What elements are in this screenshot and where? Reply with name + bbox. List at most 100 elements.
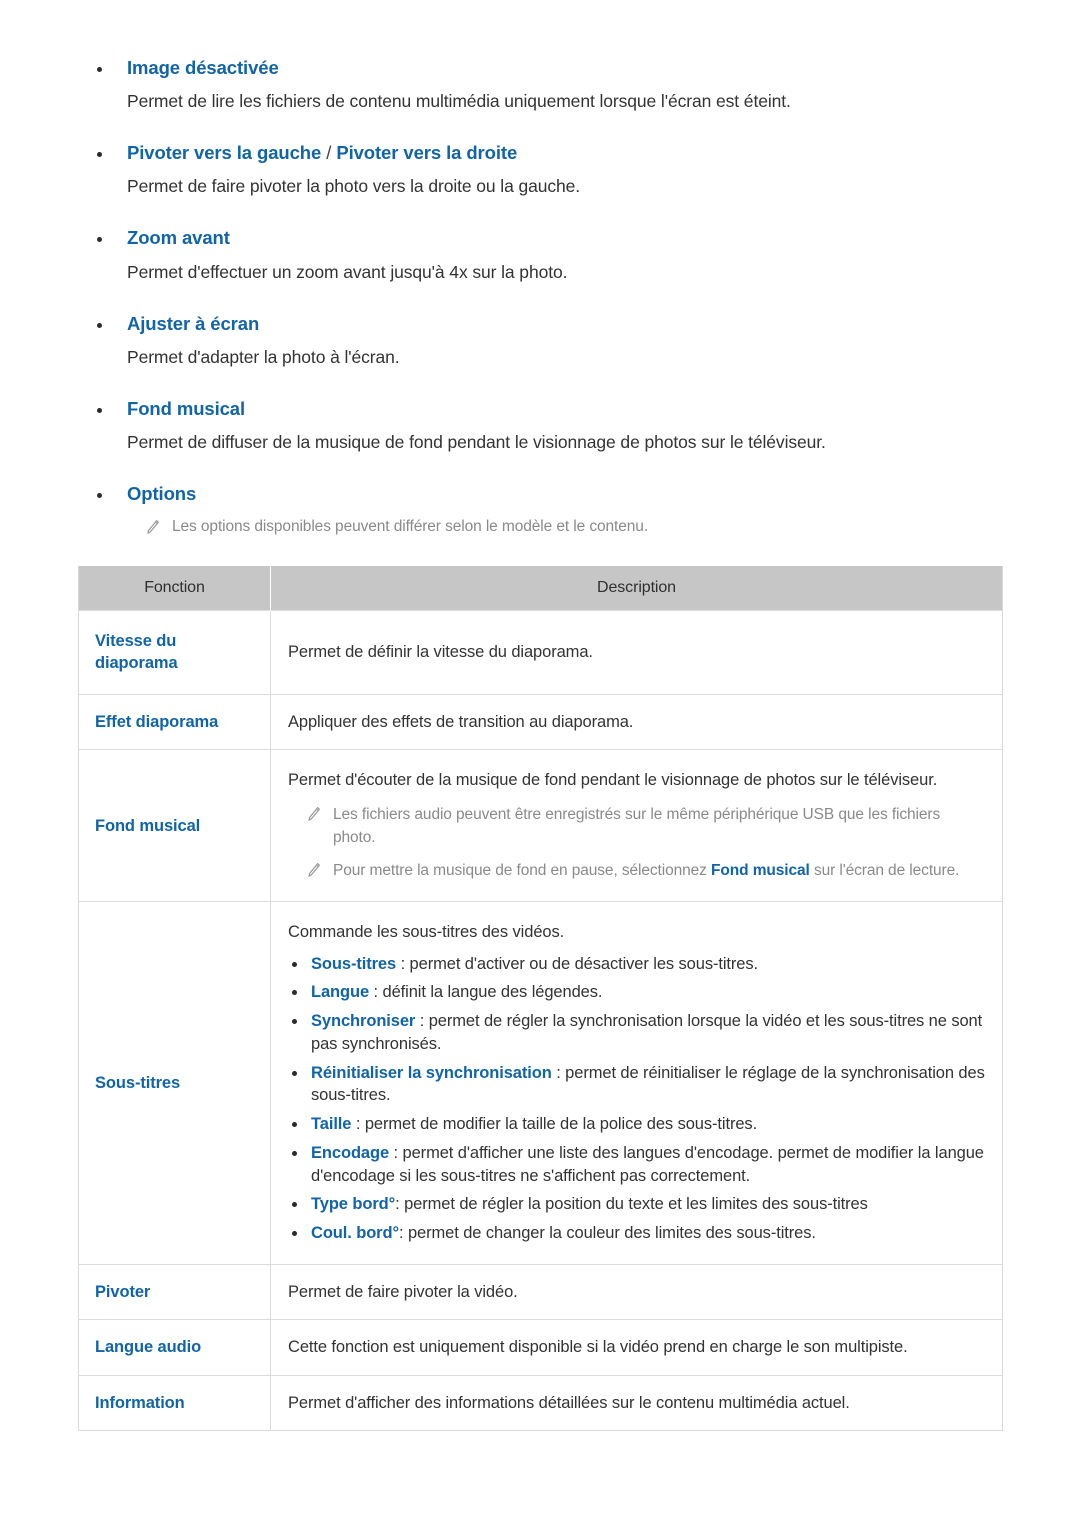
row-function-langue-audio: Langue audio bbox=[78, 1319, 271, 1375]
row-description: Commande les sous-titres des vidéos. Sou… bbox=[270, 901, 1003, 1265]
description-text: Appliquer des effets de transition au di… bbox=[288, 712, 634, 731]
sub-option-text: : permet d'afficher une liste des langue… bbox=[311, 1143, 984, 1185]
row-description: Permet de définir la vitesse du diaporam… bbox=[270, 610, 1003, 695]
bullet-dot-icon bbox=[292, 1122, 297, 1128]
pencil-icon bbox=[306, 806, 321, 829]
row-function-information: Information bbox=[78, 1374, 271, 1431]
function-label-line2: diaporama bbox=[95, 654, 178, 673]
table-row: Vitesse du diaporama Permet de définir l… bbox=[78, 610, 1003, 695]
bullet-dot-icon bbox=[292, 990, 297, 996]
feature-item-zoom-avant: Zoom avant Permet d'effectuer un zoom av… bbox=[78, 226, 1002, 283]
row-note-text: Pour mettre la musique de fond en pause,… bbox=[333, 862, 959, 879]
note-highlight-term: Fond musical bbox=[711, 862, 810, 880]
sub-option-text: : permet de modifier la taille de la pol… bbox=[351, 1115, 758, 1134]
sub-option-term: Sous-titres bbox=[311, 954, 397, 973]
feature-title: Image désactivée bbox=[127, 57, 279, 78]
row-note: Les fichiers audio peuvent être enregist… bbox=[288, 803, 985, 849]
pencil-icon bbox=[306, 862, 321, 885]
sub-option-term: Type bord° bbox=[311, 1195, 396, 1214]
feature-description: Permet d'effectuer un zoom avant jusqu'à… bbox=[127, 261, 568, 282]
row-function-pivoter: Pivoter bbox=[78, 1263, 271, 1320]
row-description: Permet de faire pivoter la vidéo. bbox=[270, 1263, 1003, 1320]
pencil-icon bbox=[145, 519, 160, 541]
bullet-dot-icon bbox=[97, 493, 102, 499]
list-item: Sous-titres : permet d'activer ou de dés… bbox=[288, 953, 985, 976]
table-row: Langue audio Cette fonction est uniqueme… bbox=[78, 1319, 1003, 1375]
row-description: Permet d'écouter de la musique de fond p… bbox=[270, 749, 1003, 902]
feature-item-pivoter: Pivoter vers la gauche / Pivoter vers la… bbox=[78, 141, 1002, 198]
feature-item-image-desactivee: Image désactivée Permet de lire les fich… bbox=[78, 56, 1002, 113]
document-page: Image désactivée Permet de lire les fich… bbox=[0, 0, 1080, 1527]
row-note: Pour mettre la musique de fond en pause,… bbox=[288, 859, 985, 882]
table-row: Pivoter Permet de faire pivoter la vidéo… bbox=[78, 1263, 1003, 1320]
row-description: Permet d'afficher des informations détai… bbox=[270, 1374, 1003, 1431]
list-item: Coul. bord°: permet de changer la couleu… bbox=[288, 1222, 985, 1245]
feature-title-left: Pivoter vers la gauche bbox=[127, 142, 322, 164]
bullet-dot-icon bbox=[292, 961, 297, 967]
options-note: Les options disponibles peuvent différer… bbox=[127, 516, 1002, 538]
feature-title: Fond musical bbox=[127, 397, 246, 419]
options-table: Fonction Description Vitesse du diaporam… bbox=[78, 566, 1003, 1431]
sub-option-text: : permet de régler la position du texte … bbox=[395, 1195, 868, 1214]
table-row: Information Permet d'afficher des inform… bbox=[78, 1374, 1003, 1431]
feature-description: Permet de diffuser de la musique de fond… bbox=[127, 432, 826, 452]
feature-title: Ajuster à écran bbox=[127, 312, 260, 334]
sub-option-term: Encodage bbox=[311, 1143, 390, 1162]
column-header-fonction: Fonction bbox=[78, 566, 271, 611]
sub-option-term: Coul. bord° bbox=[311, 1224, 399, 1243]
sub-option-term: Taille bbox=[311, 1115, 352, 1134]
row-description: Cette fonction est uniquement disponible… bbox=[270, 1319, 1003, 1375]
sub-option-term: Synchroniser bbox=[311, 1012, 416, 1031]
row-function-sous-titres: Sous-titres bbox=[78, 901, 271, 1265]
table-header-row: Fonction Description bbox=[78, 566, 1003, 611]
bullet-dot-icon bbox=[97, 152, 102, 158]
feature-title: Pivoter vers la gauche / Pivoter vers la… bbox=[127, 141, 1002, 164]
bullet-dot-icon bbox=[97, 322, 102, 328]
bullet-dot-icon bbox=[292, 1070, 297, 1076]
feature-item-fond-musical: Fond musical Permet de diffuser de la mu… bbox=[78, 397, 1002, 454]
sub-option-term: Réinitialiser la synchronisation bbox=[311, 1063, 552, 1082]
bullet-dot-icon bbox=[292, 1150, 297, 1156]
list-item: Synchroniser : permet de régler la synch… bbox=[288, 1010, 985, 1056]
description-text: Permet d'afficher des informations détai… bbox=[288, 1393, 850, 1412]
feature-description: Permet d'adapter la photo à l'écran. bbox=[127, 346, 400, 367]
feature-title: Zoom avant bbox=[127, 227, 230, 249]
list-item: Langue : définit la langue des légendes. bbox=[288, 981, 985, 1004]
feature-title-separator: / bbox=[321, 142, 337, 164]
feature-item-options: Options Les options disponibles peuvent … bbox=[78, 482, 1002, 538]
description-text: Permet d'écouter de la musique de fond p… bbox=[288, 771, 938, 790]
row-note-text: Les fichiers audio peuvent être enregist… bbox=[333, 806, 941, 847]
bullet-dot-icon bbox=[292, 1231, 297, 1237]
feature-title: Options bbox=[127, 483, 197, 505]
note-text-post: sur l'écran de lecture. bbox=[809, 862, 960, 880]
feature-list: Image désactivée Permet de lire les fich… bbox=[78, 56, 1002, 538]
feature-item-ajuster-a-ecran: Ajuster à écran Permet d'adapter la phot… bbox=[78, 312, 1002, 369]
bullet-dot-icon bbox=[97, 67, 102, 72]
sub-option-list: Sous-titres : permet d'activer ou de dés… bbox=[288, 953, 985, 1245]
feature-description: Permet de faire pivoter la photo vers la… bbox=[127, 176, 581, 197]
description-text: Commande les sous-titres des vidéos. bbox=[288, 923, 565, 942]
row-function-fond-musical: Fond musical bbox=[78, 749, 271, 902]
sub-option-text: : permet de changer la couleur des limit… bbox=[398, 1224, 816, 1243]
list-item: Type bord°: permet de régler la position… bbox=[288, 1193, 985, 1216]
row-function-effet-diaporama: Effet diaporama bbox=[78, 693, 271, 750]
table-row: Sous-titres Commande les sous-titres des… bbox=[78, 901, 1003, 1265]
sub-option-text: : définit la langue des légendes. bbox=[369, 983, 603, 1002]
bullet-dot-icon bbox=[97, 237, 102, 243]
list-item: Encodage : permet d'afficher une liste d… bbox=[288, 1142, 985, 1188]
table-row: Fond musical Permet d'écouter de la musi… bbox=[78, 749, 1003, 902]
row-function-vitesse-du-diaporama: Vitesse du diaporama bbox=[78, 610, 271, 695]
feature-title-right: Pivoter vers la droite bbox=[336, 142, 518, 164]
note-text-pre: Pour mettre la musique de fond en pause,… bbox=[333, 862, 712, 880]
options-note-text: Les options disponibles peuvent différer… bbox=[172, 518, 649, 536]
bullet-dot-icon bbox=[292, 1019, 297, 1025]
bullet-dot-icon bbox=[97, 407, 102, 413]
bullet-dot-icon bbox=[292, 1202, 297, 1208]
sub-option-text: : permet d'activer ou de désactiver les … bbox=[396, 954, 759, 973]
feature-description: Permet de lire les fichiers de contenu m… bbox=[127, 91, 791, 112]
description-text: Cette fonction est uniquement disponible… bbox=[288, 1338, 908, 1357]
sub-option-term: Langue bbox=[311, 983, 370, 1002]
column-header-description: Description bbox=[270, 566, 1003, 611]
row-description: Appliquer des effets de transition au di… bbox=[270, 693, 1003, 750]
function-label-line1: Vitesse du bbox=[95, 632, 177, 651]
